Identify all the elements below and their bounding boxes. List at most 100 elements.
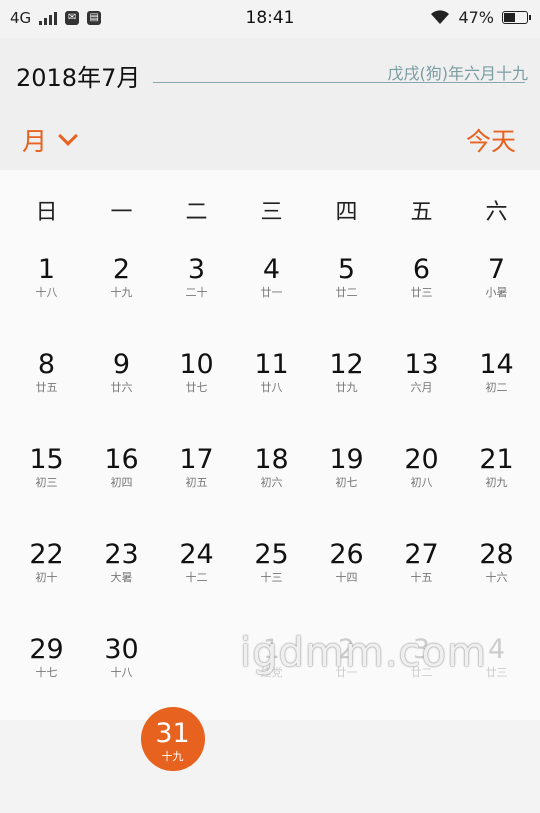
- day-cell[interactable]: 7 小暑: [459, 254, 534, 349]
- day-cell[interactable]: 15 初三: [9, 444, 84, 539]
- day-cell[interactable]: 8 廿五: [9, 349, 84, 444]
- day-lunar: 廿七: [185, 381, 208, 394]
- day-lunar: 十七: [35, 666, 58, 679]
- day-cell-today[interactable]: 31 十九: [135, 707, 210, 813]
- day-cell[interactable]: 2 十九: [84, 254, 159, 349]
- day-number: 26: [329, 539, 364, 570]
- day-cell[interactable]: 1 十八: [9, 254, 84, 349]
- day-lunar: 小暑: [485, 286, 508, 299]
- day-number: 12: [329, 349, 364, 380]
- day-number: 9: [112, 349, 131, 380]
- day-number: 4: [262, 254, 281, 285]
- day-cell[interactable]: 21 初九: [459, 444, 534, 539]
- day-number: 16: [104, 444, 139, 475]
- day-lunar: 十八: [110, 666, 133, 679]
- day-number: 23: [104, 539, 139, 570]
- day-cell[interactable]: 28 十六: [459, 539, 534, 634]
- day-number: 11: [254, 349, 289, 380]
- day-cell[interactable]: 26 十四: [309, 539, 384, 634]
- day-number: 10: [179, 349, 214, 380]
- day-number: 31: [155, 718, 190, 749]
- day-cell[interactable]: 13 六月: [384, 349, 459, 444]
- day-cell[interactable]: 9 廿六: [84, 349, 159, 444]
- day-lunar: 大暑: [110, 571, 133, 584]
- weekday-label: 二: [185, 200, 208, 225]
- day-lunar: 初八: [410, 476, 433, 489]
- day-cell[interactable]: 24 十二: [159, 539, 234, 634]
- day-cell[interactable]: 11 廿八: [234, 349, 309, 444]
- day-number: 19: [329, 444, 364, 475]
- status-bar: 4G ✉ ▤ 18:41 47%: [0, 0, 540, 38]
- day-number: 17: [179, 444, 214, 475]
- day-cell[interactable]: 12 廿九: [309, 349, 384, 444]
- day-cell[interactable]: 4 廿一: [234, 254, 309, 349]
- day-number: 24: [179, 539, 214, 570]
- day-number: 1: [37, 254, 56, 285]
- day-cell[interactable]: 5 廿二: [309, 254, 384, 349]
- day-cell[interactable]: 23 大暑: [84, 539, 159, 634]
- day-lunar: 廿九: [335, 381, 358, 394]
- day-cell[interactable]: 25 十三: [234, 539, 309, 634]
- status-right: 47%: [430, 8, 531, 27]
- day-number: 30: [104, 634, 139, 665]
- day-number: 13: [404, 349, 439, 380]
- day-lunar: 廿八: [260, 381, 283, 394]
- battery-percent: 47%: [458, 8, 494, 27]
- day-lunar: 初六: [260, 476, 283, 489]
- day-lunar: 十二: [185, 571, 208, 584]
- day-cell[interactable]: 27 十五: [384, 539, 459, 634]
- day-number: 5: [337, 254, 356, 285]
- watermark: igdmm.com: [240, 630, 487, 676]
- day-lunar: 初四: [110, 476, 133, 489]
- weekday-label: 日: [35, 200, 58, 225]
- battery-icon: [502, 11, 531, 24]
- day-cell[interactable]: 3 二十: [159, 254, 234, 349]
- day-lunar: 十九: [110, 286, 133, 299]
- day-lunar: 十四: [335, 571, 358, 584]
- day-lunar: 初二: [485, 381, 508, 394]
- today-button[interactable]: 今天: [466, 122, 516, 158]
- wifi-icon: [431, 10, 450, 24]
- day-lunar: 二十: [185, 286, 208, 299]
- day-number: 15: [29, 444, 64, 475]
- day-number: 3: [187, 254, 206, 285]
- day-cell[interactable]: 6 廿三: [384, 254, 459, 349]
- weekday-label: 四: [335, 200, 358, 225]
- day-lunar: 十三: [260, 571, 283, 584]
- day-lunar: 初五: [185, 476, 208, 489]
- day-cell[interactable]: 17 初五: [159, 444, 234, 539]
- day-number: 27: [404, 539, 439, 570]
- day-cell[interactable]: 14 初二: [459, 349, 534, 444]
- day-number: 28: [479, 539, 514, 570]
- day-lunar: 十五: [410, 571, 433, 584]
- day-cell[interactable]: 18 初六: [234, 444, 309, 539]
- day-cell[interactable]: 10 廿七: [159, 349, 234, 444]
- weekday-label: 五: [410, 200, 433, 225]
- day-number: 21: [479, 444, 514, 475]
- day-number: 14: [479, 349, 514, 380]
- day-cell[interactable]: 20 初八: [384, 444, 459, 539]
- day-cell[interactable]: 16 初四: [84, 444, 159, 539]
- day-number: 20: [404, 444, 439, 475]
- day-number: 6: [412, 254, 431, 285]
- day-number: 7: [487, 254, 506, 285]
- month-title[interactable]: 2018年7月: [16, 58, 140, 93]
- day-lunar: 初九: [485, 476, 508, 489]
- day-lunar: 十六: [485, 571, 508, 584]
- day-lunar: 十八: [35, 286, 58, 299]
- weekday-label: 一: [110, 200, 133, 225]
- day-cell[interactable]: 29 十七: [9, 634, 84, 729]
- day-number: 29: [29, 634, 64, 665]
- day-number: 25: [254, 539, 289, 570]
- day-number: 18: [254, 444, 289, 475]
- day-lunar: 十九: [161, 750, 184, 763]
- chevron-down-icon: [58, 126, 78, 146]
- day-cell[interactable]: 19 初七: [309, 444, 384, 539]
- day-cell[interactable]: 22 初十: [9, 539, 84, 634]
- calendar-header: 2018年7月 戊戌(狗)年六月十九 月 今天: [0, 38, 540, 170]
- view-mode-dropdown[interactable]: 月: [22, 122, 78, 158]
- lunar-date: 戊戌(狗)年六月十九: [387, 64, 529, 83]
- day-lunar: 六月: [410, 381, 433, 394]
- day-cell[interactable]: 30 十八: [84, 634, 159, 729]
- day-lunar: 廿三: [410, 286, 433, 299]
